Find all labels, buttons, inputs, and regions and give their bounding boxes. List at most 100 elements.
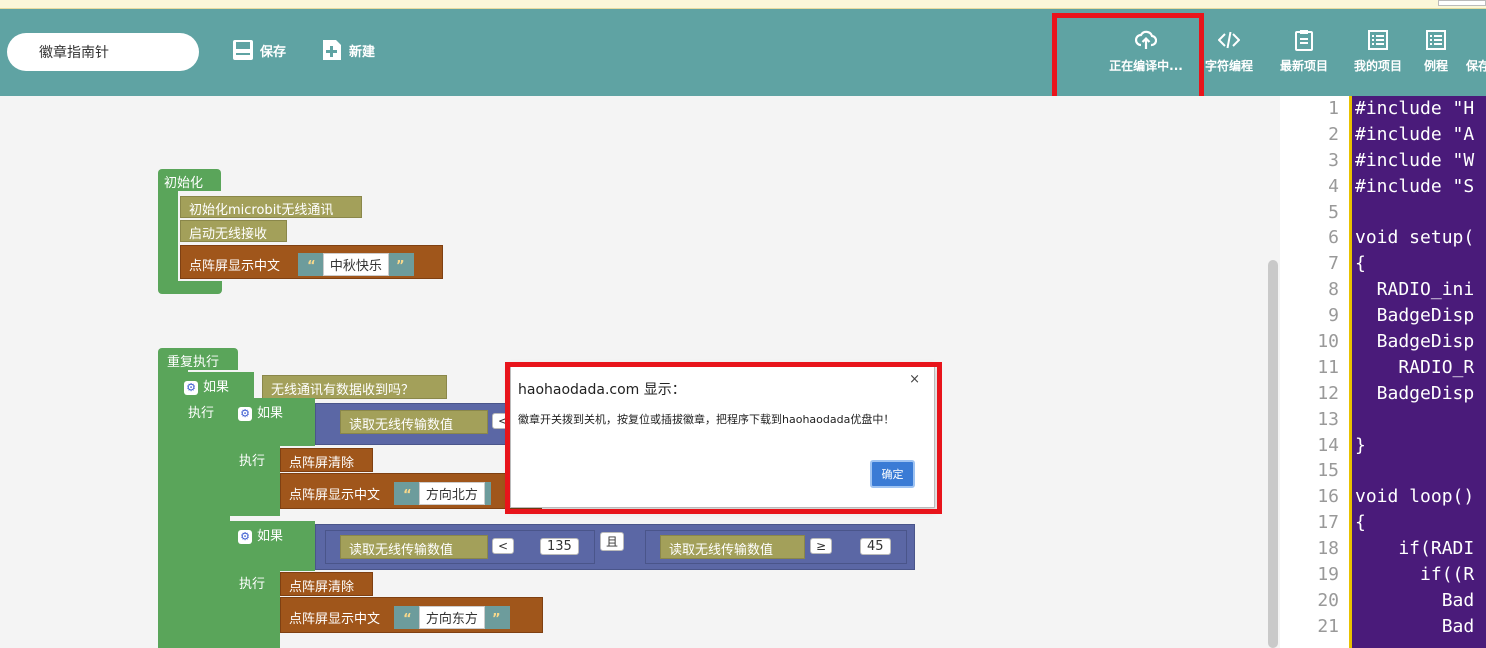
code-line: BadgeDisp <box>1355 305 1475 327</box>
save-cloud-label: 保存 <box>1466 59 1486 73</box>
repeat-block-label: 重复执行 <box>167 355 220 370</box>
show-chinese-block-1[interactable]: 点阵屏显示中文 “ 中秋快乐 ” <box>180 245 443 279</box>
quote-close-icon: ” <box>492 612 501 627</box>
read-radio-block-1[interactable]: 读取无线传输数值 <box>340 410 488 434</box>
quote-open-icon: “ <box>307 259 316 274</box>
new-file-icon <box>323 40 341 60</box>
code-line: } <box>1355 434 1366 456</box>
compare-op-dropdown[interactable]: ≥ <box>810 538 833 554</box>
save-icon <box>1470 29 1486 51</box>
latest-projects-button[interactable]: 最新项目 <box>1274 29 1334 74</box>
new-label: 新建 <box>349 44 376 60</box>
show-chinese-label: 点阵屏显示中文 <box>289 488 381 503</box>
read-radio-block-3[interactable]: 读取无线传输数值 <box>660 535 805 559</box>
if-block-inner-1[interactable]: ⚙ 如果 <box>230 398 315 446</box>
code-line: if((R <box>1355 564 1475 586</box>
if-label: 如果 <box>257 406 284 421</box>
show-chinese-block-3[interactable]: 点阵屏显示中文 “ 方向东方 ” <box>280 597 543 633</box>
compile-label: 正在编译中... <box>1109 59 1183 73</box>
save-button[interactable]: 保存 <box>232 39 286 61</box>
text-value[interactable]: 中秋快乐 <box>322 253 389 276</box>
code-line: void loop() <box>1355 486 1475 508</box>
save-cloud-button[interactable]: 保存 <box>1466 29 1486 74</box>
if-inner-1-body: 执行 <box>230 446 280 516</box>
clear-screen-block-1[interactable]: 点阵屏清除 <box>280 448 373 472</box>
line-number: 19 <box>1317 564 1339 586</box>
text-block[interactable]: “ 方向北方 <box>394 482 491 505</box>
if-block-inner-2[interactable]: ⚙ 如果 <box>230 521 315 571</box>
exec-label: 执行 <box>239 454 266 469</box>
radio-init-block[interactable]: 初始化microbit无线通讯 <box>180 196 362 218</box>
my-projects-button[interactable]: 我的项目 <box>1348 29 1408 74</box>
text-block[interactable]: “ 方向东方 ” <box>394 606 510 629</box>
ok-button[interactable]: 确定 <box>870 460 915 488</box>
number-value[interactable]: 45 <box>860 538 891 555</box>
quote-open-icon: “ <box>403 612 412 627</box>
list-icon <box>1426 30 1446 50</box>
number-45[interactable]: 45 <box>860 538 891 555</box>
show-chinese-label: 点阵屏显示中文 <box>289 612 381 627</box>
repeat-block[interactable]: 重复执行 <box>158 348 238 370</box>
code-editor[interactable]: #include "H #include "A #include "W #includ… <box>1349 96 1486 648</box>
and-dropdown[interactable]: 且 <box>600 532 625 551</box>
latest-projects-label: 最新项目 <box>1279 59 1328 73</box>
text-block[interactable]: “ 中秋快乐 ” <box>298 253 414 276</box>
line-number: 17 <box>1317 512 1339 534</box>
init-block-label: 初始化 <box>164 176 204 191</box>
line-number: 3 <box>1328 149 1339 171</box>
read-radio-block-2[interactable]: 读取无线传输数值 <box>340 535 488 559</box>
compare-op-dropdown[interactable]: < <box>492 538 515 554</box>
list-icon <box>1368 30 1388 50</box>
line-number: 6 <box>1328 227 1339 249</box>
new-button[interactable]: 新建 <box>321 39 375 61</box>
clear-screen-block-2[interactable]: 点阵屏清除 <box>280 572 373 596</box>
code-line: BadgeDisp <box>1355 382 1475 404</box>
radio-has-data-label: 无线通讯有数据收到吗？ <box>271 383 415 398</box>
radio-has-data-block[interactable]: 无线通讯有数据收到吗？ <box>262 375 447 399</box>
init-block[interactable]: 初始化 <box>158 169 221 191</box>
compile-button[interactable]: 正在编译中... <box>1104 29 1188 74</box>
char-programming-label: 字符编程 <box>1204 59 1253 73</box>
line-number: 11 <box>1317 356 1339 378</box>
read-radio-label: 读取无线传输数值 <box>669 543 774 558</box>
gear-icon[interactable]: ⚙ <box>238 529 252 544</box>
start-rx-block[interactable]: 启动无线接收 <box>180 220 287 242</box>
clear-screen-label: 点阵屏清除 <box>289 456 355 471</box>
examples-label: 例程 <box>1423 59 1448 73</box>
close-icon[interactable]: × <box>909 372 920 387</box>
line-number: 7 <box>1328 253 1339 275</box>
quote-open-icon: “ <box>403 488 412 503</box>
number-value[interactable]: 135 <box>540 538 579 555</box>
line-number: 10 <box>1317 331 1339 353</box>
code-line: { <box>1355 253 1366 275</box>
quote-close-icon: ” <box>396 259 405 274</box>
exec-label: 执行 <box>239 577 266 592</box>
gear-icon[interactable]: ⚙ <box>184 380 198 395</box>
code-line: void setup( <box>1355 227 1475 249</box>
if-label: 如果 <box>257 529 284 544</box>
save-icon <box>233 40 253 60</box>
compare-op-3[interactable]: ≥ <box>810 538 833 554</box>
line-number: 4 <box>1328 175 1339 197</box>
if-block-outer[interactable]: ⚙ 如果 <box>178 372 254 400</box>
text-value[interactable]: 方向东方 <box>418 606 485 629</box>
compare-op-2[interactable]: < <box>492 538 515 554</box>
text-value[interactable]: 方向北方 <box>418 482 485 505</box>
number-135[interactable]: 135 <box>540 538 579 555</box>
save-label: 保存 <box>260 44 287 60</box>
init-block-foot <box>158 281 222 294</box>
read-radio-label: 读取无线传输数值 <box>349 543 454 558</box>
workspace-scrollbar-thumb[interactable] <box>1268 260 1278 648</box>
examples-button[interactable]: 例程 <box>1418 29 1454 74</box>
show-chinese-block-2[interactable]: 点阵屏显示中文 “ 方向北方 <box>280 473 542 509</box>
char-programming-button[interactable]: 字符编程 <box>1200 29 1258 74</box>
strip-button[interactable] <box>1438 0 1486 6</box>
line-number: 13 <box>1317 408 1339 430</box>
if-outer-body: 执行 <box>178 400 230 648</box>
line-number: 14 <box>1317 434 1339 456</box>
project-name-input[interactable] <box>7 33 199 71</box>
gear-icon[interactable]: ⚙ <box>238 406 252 421</box>
and-op[interactable]: 且 <box>600 532 625 551</box>
